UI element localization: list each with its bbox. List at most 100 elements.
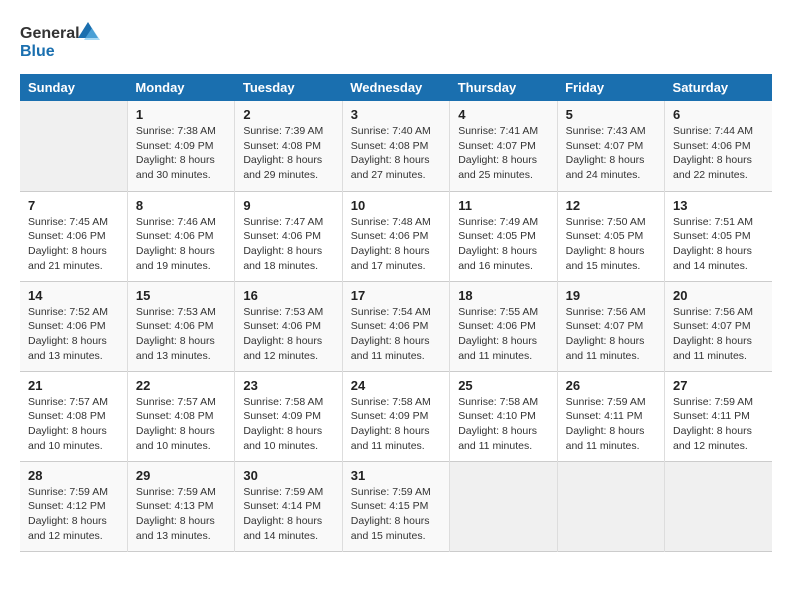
- calendar-cell: 21 Sunrise: 7:57 AM Sunset: 4:08 PM Dayli…: [20, 371, 127, 461]
- calendar-cell: 15 Sunrise: 7:53 AM Sunset: 4:06 PM Dayli…: [127, 281, 234, 371]
- calendar-cell: 25 Sunrise: 7:58 AM Sunset: 4:10 PM Dayli…: [450, 371, 557, 461]
- day-info: Sunrise: 7:48 AM Sunset: 4:06 PM Dayligh…: [351, 215, 441, 274]
- calendar-table: SundayMondayTuesdayWednesdayThursdayFrid…: [20, 74, 772, 552]
- day-info: Sunrise: 7:54 AM Sunset: 4:06 PM Dayligh…: [351, 305, 441, 364]
- day-info: Sunrise: 7:59 AM Sunset: 4:15 PM Dayligh…: [351, 485, 441, 544]
- column-header-sunday: Sunday: [20, 74, 127, 101]
- day-info: Sunrise: 7:49 AM Sunset: 4:05 PM Dayligh…: [458, 215, 548, 274]
- day-number: 12: [566, 198, 656, 213]
- day-info: Sunrise: 7:38 AM Sunset: 4:09 PM Dayligh…: [136, 124, 226, 183]
- day-info: Sunrise: 7:50 AM Sunset: 4:05 PM Dayligh…: [566, 215, 656, 274]
- calendar-cell: 28Sunrise: 7:59 AM Sunset: 4:12 PM Dayli…: [20, 461, 127, 551]
- day-info: Sunrise: 7:58 AM Sunset: 4:10 PM Dayligh…: [458, 395, 548, 454]
- calendar-cell: 29Sunrise: 7:59 AM Sunset: 4:13 PM Dayli…: [127, 461, 234, 551]
- calendar-cell: 22 Sunrise: 7:57 AM Sunset: 4:08 PM Dayli…: [127, 371, 234, 461]
- week-row-1: 1 Sunrise: 7:38 AM Sunset: 4:09 PM Daylig…: [20, 101, 772, 191]
- calendar-cell: 27 Sunrise: 7:59 AM Sunset: 4:11 PM Dayli…: [665, 371, 772, 461]
- calendar-cell: 13 Sunrise: 7:51 AM Sunset: 4:05 PM Dayli…: [665, 191, 772, 281]
- header: GeneralBlue: [20, 20, 772, 64]
- calendar-cell: 12 Sunrise: 7:50 AM Sunset: 4:05 PM Dayli…: [557, 191, 664, 281]
- calendar-cell: 5 Sunrise: 7:43 AM Sunset: 4:07 PM Daylig…: [557, 101, 664, 191]
- day-number: 5: [566, 107, 656, 122]
- day-info: Sunrise: 7:51 AM Sunset: 4:05 PM Dayligh…: [673, 215, 764, 274]
- week-row-3: 14 Sunrise: 7:52 AM Sunset: 4:06 PM Dayli…: [20, 281, 772, 371]
- svg-text:General: General: [20, 25, 80, 42]
- calendar-cell: 8 Sunrise: 7:46 AM Sunset: 4:06 PM Daylig…: [127, 191, 234, 281]
- day-number: 11: [458, 198, 548, 213]
- day-number: 19: [566, 288, 656, 303]
- day-number: 8: [136, 198, 226, 213]
- day-number: 31: [351, 468, 441, 483]
- day-info: Sunrise: 7:59 AM Sunset: 4:12 PM Dayligh…: [28, 485, 119, 544]
- day-info: Sunrise: 7:40 AM Sunset: 4:08 PM Dayligh…: [351, 124, 441, 183]
- calendar-cell: 11 Sunrise: 7:49 AM Sunset: 4:05 PM Dayli…: [450, 191, 557, 281]
- day-number: 27: [673, 378, 764, 393]
- calendar-cell: 2Sunrise: 7:39 AM Sunset: 4:08 PM Daylig…: [235, 101, 342, 191]
- calendar-cell: 4 Sunrise: 7:41 AM Sunset: 4:07 PM Daylig…: [450, 101, 557, 191]
- day-info: Sunrise: 7:44 AM Sunset: 4:06 PM Dayligh…: [673, 124, 764, 183]
- day-number: 26: [566, 378, 656, 393]
- day-info: Sunrise: 7:41 AM Sunset: 4:07 PM Dayligh…: [458, 124, 548, 183]
- week-row-2: 7Sunrise: 7:45 AM Sunset: 4:06 PM Daylig…: [20, 191, 772, 281]
- column-header-tuesday: Tuesday: [235, 74, 342, 101]
- calendar-cell: 3 Sunrise: 7:40 AM Sunset: 4:08 PM Daylig…: [342, 101, 449, 191]
- calendar-cell: 6 Sunrise: 7:44 AM Sunset: 4:06 PM Daylig…: [665, 101, 772, 191]
- calendar-cell: 10 Sunrise: 7:48 AM Sunset: 4:06 PM Dayli…: [342, 191, 449, 281]
- day-number: 9: [243, 198, 333, 213]
- day-info: Sunrise: 7:55 AM Sunset: 4:06 PM Dayligh…: [458, 305, 548, 364]
- day-info: Sunrise: 7:46 AM Sunset: 4:06 PM Dayligh…: [136, 215, 226, 274]
- day-number: 3: [351, 107, 441, 122]
- day-number: 4: [458, 107, 548, 122]
- day-info: Sunrise: 7:59 AM Sunset: 4:14 PM Dayligh…: [243, 485, 333, 544]
- day-number: 13: [673, 198, 764, 213]
- day-number: 15: [136, 288, 226, 303]
- day-number: 17: [351, 288, 441, 303]
- header-row: SundayMondayTuesdayWednesdayThursdayFrid…: [20, 74, 772, 101]
- day-info: Sunrise: 7:47 AM Sunset: 4:06 PM Dayligh…: [243, 215, 333, 274]
- day-number: 18: [458, 288, 548, 303]
- day-number: 21: [28, 378, 119, 393]
- column-header-wednesday: Wednesday: [342, 74, 449, 101]
- day-number: 1: [136, 107, 226, 122]
- day-number: 23: [243, 378, 333, 393]
- calendar-cell: 19Sunrise: 7:56 AM Sunset: 4:07 PM Dayli…: [557, 281, 664, 371]
- day-number: 29: [136, 468, 226, 483]
- column-header-saturday: Saturday: [665, 74, 772, 101]
- day-info: Sunrise: 7:53 AM Sunset: 4:06 PM Dayligh…: [136, 305, 226, 364]
- calendar-cell: [557, 461, 664, 551]
- day-info: Sunrise: 7:58 AM Sunset: 4:09 PM Dayligh…: [351, 395, 441, 454]
- column-header-thursday: Thursday: [450, 74, 557, 101]
- day-number: 16: [243, 288, 333, 303]
- day-number: 30: [243, 468, 333, 483]
- day-number: 7: [28, 198, 119, 213]
- calendar-cell: 9 Sunrise: 7:47 AM Sunset: 4:06 PM Daylig…: [235, 191, 342, 281]
- calendar-cell: 7Sunrise: 7:45 AM Sunset: 4:06 PM Daylig…: [20, 191, 127, 281]
- day-info: Sunrise: 7:58 AM Sunset: 4:09 PM Dayligh…: [243, 395, 333, 454]
- day-number: 10: [351, 198, 441, 213]
- calendar-cell: 23 Sunrise: 7:58 AM Sunset: 4:09 PM Dayli…: [235, 371, 342, 461]
- day-info: Sunrise: 7:57 AM Sunset: 4:08 PM Dayligh…: [136, 395, 226, 454]
- day-number: 20: [673, 288, 764, 303]
- day-number: 24: [351, 378, 441, 393]
- day-info: Sunrise: 7:52 AM Sunset: 4:06 PM Dayligh…: [28, 305, 119, 364]
- calendar-cell: 17 Sunrise: 7:54 AM Sunset: 4:06 PM Dayli…: [342, 281, 449, 371]
- calendar-cell: 20Sunrise: 7:56 AM Sunset: 4:07 PM Dayli…: [665, 281, 772, 371]
- calendar-cell: [450, 461, 557, 551]
- calendar-cell: 16Sunrise: 7:53 AM Sunset: 4:06 PM Dayli…: [235, 281, 342, 371]
- day-info: Sunrise: 7:39 AM Sunset: 4:08 PM Dayligh…: [243, 124, 333, 183]
- day-info: Sunrise: 7:43 AM Sunset: 4:07 PM Dayligh…: [566, 124, 656, 183]
- day-info: Sunrise: 7:57 AM Sunset: 4:08 PM Dayligh…: [28, 395, 119, 454]
- column-header-friday: Friday: [557, 74, 664, 101]
- calendar-cell: 1 Sunrise: 7:38 AM Sunset: 4:09 PM Daylig…: [127, 101, 234, 191]
- day-info: Sunrise: 7:59 AM Sunset: 4:11 PM Dayligh…: [673, 395, 764, 454]
- calendar-cell: 14 Sunrise: 7:52 AM Sunset: 4:06 PM Dayli…: [20, 281, 127, 371]
- day-number: 22: [136, 378, 226, 393]
- calendar-cell: 26Sunrise: 7:59 AM Sunset: 4:11 PM Dayli…: [557, 371, 664, 461]
- week-row-4: 21 Sunrise: 7:57 AM Sunset: 4:08 PM Dayli…: [20, 371, 772, 461]
- day-number: 25: [458, 378, 548, 393]
- calendar-cell: [20, 101, 127, 191]
- day-number: 14: [28, 288, 119, 303]
- calendar-cell: 30 Sunrise: 7:59 AM Sunset: 4:14 PM Dayli…: [235, 461, 342, 551]
- calendar-cell: 31 Sunrise: 7:59 AM Sunset: 4:15 PM Dayli…: [342, 461, 449, 551]
- day-number: 6: [673, 107, 764, 122]
